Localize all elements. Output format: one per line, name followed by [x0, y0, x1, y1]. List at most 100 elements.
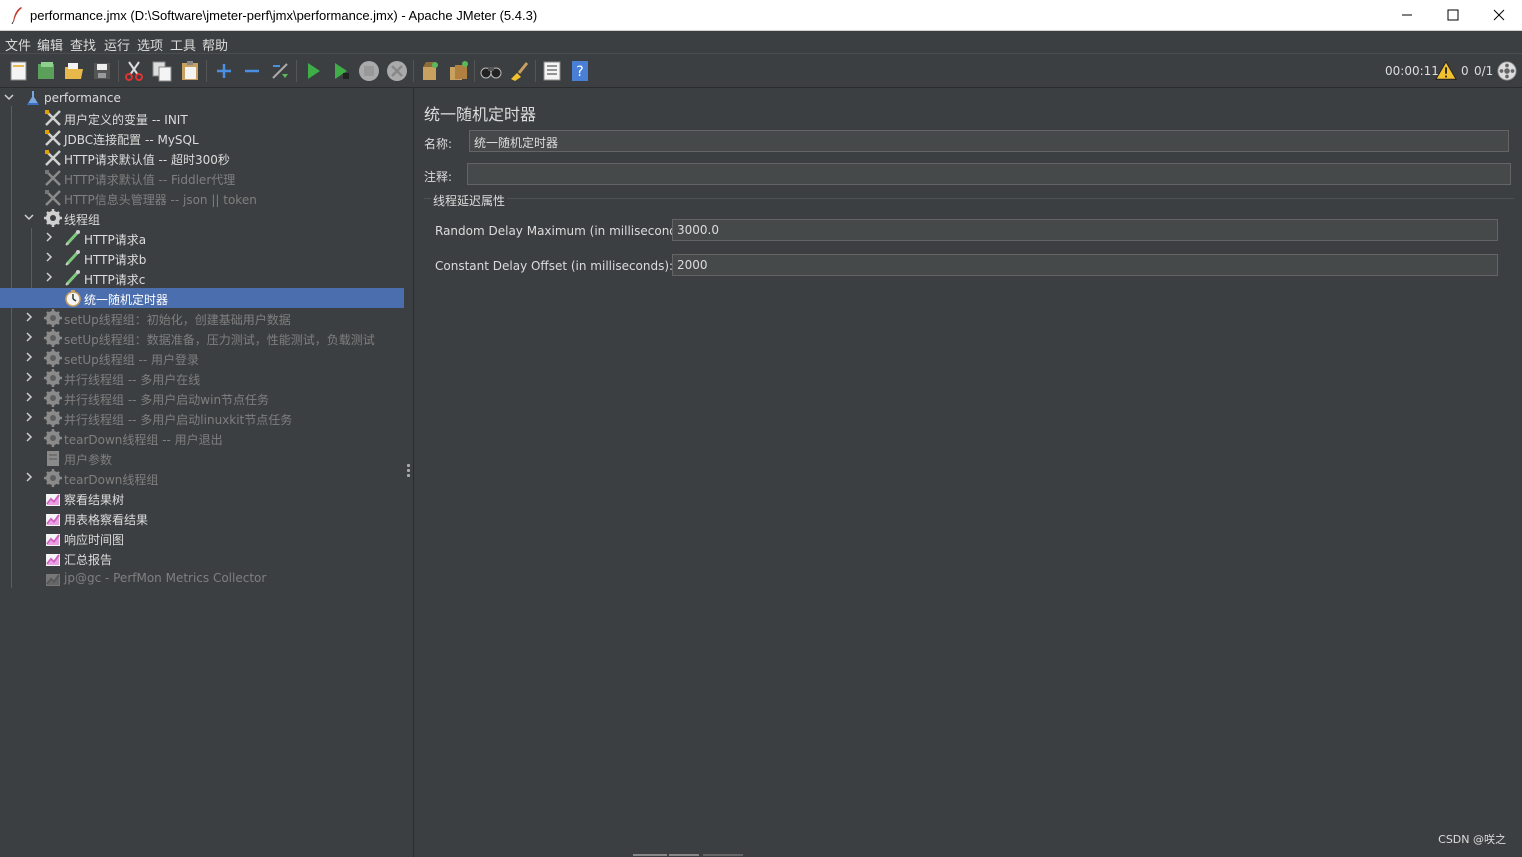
- constant-delay-field[interactable]: 2000: [672, 254, 1498, 276]
- open-icon[interactable]: [62, 59, 86, 83]
- listener-icon: [46, 554, 60, 566]
- tree-node-label: 用户定义的变量 -- INIT: [64, 113, 188, 127]
- tree-node[interactable]: 并行线程组 -- 多用户启动linuxkit节点任务: [0, 408, 404, 428]
- thread-count: 0/1: [1474, 64, 1494, 78]
- threadgroup-icon: [44, 209, 62, 227]
- tree-node[interactable]: 并行线程组 -- 多用户启动win节点任务: [0, 388, 404, 408]
- name-field[interactable]: 统一随机定时器: [469, 130, 1509, 152]
- tree-node[interactable]: HTTP请求a: [0, 228, 404, 248]
- tree-node[interactable]: 响应时间图: [0, 528, 404, 548]
- tree-node-label: HTTP请求默认值 -- Fiddler代理: [64, 173, 236, 187]
- chevron-right-icon[interactable]: [24, 352, 34, 362]
- chevron-right-icon[interactable]: [24, 412, 34, 422]
- clear-icon[interactable]: [418, 59, 442, 83]
- start-no-pause-icon[interactable]: [329, 59, 353, 83]
- comment-label: 注释:: [424, 170, 453, 184]
- tree-node[interactable]: 统一随机定时器: [0, 288, 404, 308]
- tree-node[interactable]: 用户参数: [0, 448, 404, 468]
- tree-node[interactable]: HTTP请求c: [0, 268, 404, 288]
- tree-node-label: 察看结果树: [64, 493, 125, 507]
- chevron-down-icon[interactable]: [24, 212, 34, 222]
- remote-status-icon: [1497, 61, 1517, 81]
- tree-node-label: tearDown线程组: [64, 473, 159, 487]
- toolbar: ? 00:00:11 0 0/1: [0, 53, 1522, 88]
- save-icon[interactable]: [90, 59, 114, 83]
- tree-node[interactable]: HTTP请求默认值 -- Fiddler代理: [0, 168, 404, 188]
- chevron-right-icon[interactable]: [24, 372, 34, 382]
- paste-icon[interactable]: [178, 59, 202, 83]
- warning-count: 0: [1461, 64, 1469, 78]
- config-icon: [45, 130, 61, 146]
- tree-node-label: jp@gc - PerfMon Metrics Collector: [64, 571, 267, 585]
- chevron-right-icon[interactable]: [24, 472, 34, 482]
- start-icon[interactable]: [301, 59, 325, 83]
- tree-node[interactable]: HTTP请求b: [0, 248, 404, 268]
- random-delay-field[interactable]: 3000.0: [672, 219, 1498, 241]
- expand-icon[interactable]: [212, 59, 236, 83]
- config-icon: [45, 190, 61, 206]
- chevron-right-icon[interactable]: [24, 392, 34, 402]
- tree-node[interactable]: setUp线程组：初始化，创建基础用户数据: [0, 308, 404, 328]
- stop-icon[interactable]: [357, 59, 381, 83]
- tree-node[interactable]: 用户定义的变量 -- INIT: [0, 108, 404, 128]
- tree-node-label: 并行线程组 -- 多用户启动win节点任务: [64, 393, 270, 407]
- tree-node[interactable]: setUp线程组：数据准备，压力测试，性能测试，负载测试: [0, 328, 404, 348]
- templates-icon[interactable]: [34, 59, 58, 83]
- warning-icon[interactable]: [1435, 60, 1457, 82]
- chevron-right-icon[interactable]: [24, 332, 34, 342]
- tree-node[interactable]: tearDown线程组: [0, 468, 404, 488]
- chevron-right-icon[interactable]: [24, 312, 34, 322]
- shutdown-icon[interactable]: [385, 59, 409, 83]
- tree-node[interactable]: 并行线程组 -- 多用户在线: [0, 368, 404, 388]
- reset-search-icon[interactable]: [507, 59, 531, 83]
- chevron-right-icon[interactable]: [44, 272, 54, 282]
- menu-file[interactable]: 文件: [5, 35, 31, 54]
- chevron-right-icon[interactable]: [44, 232, 54, 242]
- chevron-right-icon[interactable]: [24, 432, 34, 442]
- new-icon[interactable]: [7, 59, 31, 83]
- copy-icon[interactable]: [150, 59, 174, 83]
- search-icon[interactable]: [479, 59, 503, 83]
- help-icon[interactable]: ?: [568, 59, 592, 83]
- close-button[interactable]: [1476, 0, 1522, 30]
- tree-node-label: 用户参数: [64, 453, 113, 467]
- tree-node[interactable]: performance: [0, 88, 404, 108]
- listener-icon: [46, 514, 60, 526]
- clear-all-icon[interactable]: [446, 59, 470, 83]
- tree-node[interactable]: setUp线程组 -- 用户登录: [0, 348, 404, 368]
- menu-run[interactable]: 运行: [104, 35, 130, 54]
- config-icon: [45, 150, 61, 166]
- tree-node[interactable]: 线程组: [0, 208, 404, 228]
- tree-node[interactable]: 汇总报告: [0, 548, 404, 568]
- tree-node-label: tearDown线程组 -- 用户退出: [64, 433, 223, 447]
- menu-help[interactable]: 帮助: [202, 35, 228, 54]
- toggle-icon[interactable]: [268, 59, 292, 83]
- comment-field[interactable]: [467, 163, 1511, 185]
- test-plan-tree[interactable]: performance 用户定义的变量 -- INIT JDBC连接配置 -- My…: [0, 88, 405, 857]
- testplan-icon: [27, 91, 39, 105]
- tree-node[interactable]: JDBC连接配置 -- MySQL: [0, 128, 404, 148]
- maximize-button[interactable]: [1430, 0, 1476, 30]
- menu-tools[interactable]: 工具: [170, 35, 196, 54]
- panel-title: 统一随机定时器: [424, 105, 537, 124]
- tree-node[interactable]: 用表格察看结果: [0, 508, 404, 528]
- sampler-icon: [65, 270, 80, 286]
- chevron-down-icon[interactable]: [4, 92, 14, 102]
- menu-edit[interactable]: 编辑: [37, 35, 63, 54]
- tree-node[interactable]: jp@gc - PerfMon Metrics Collector: [0, 568, 404, 588]
- menu-search[interactable]: 查找: [70, 35, 96, 54]
- minimize-button[interactable]: [1384, 0, 1430, 30]
- tree-node[interactable]: tearDown线程组 -- 用户退出: [0, 428, 404, 448]
- threadgroup-icon: [44, 389, 62, 407]
- tree-node[interactable]: 察看结果树: [0, 488, 404, 508]
- chevron-right-icon[interactable]: [44, 252, 54, 262]
- tree-node[interactable]: HTTP信息头管理器 -- json || token: [0, 188, 404, 208]
- split-pane-divider[interactable]: [404, 88, 414, 857]
- tree-node-label: JDBC连接配置 -- MySQL: [64, 133, 199, 147]
- collapse-icon[interactable]: [240, 59, 264, 83]
- function-helper-icon[interactable]: [540, 59, 564, 83]
- threadgroup-icon: [44, 349, 62, 367]
- cut-icon[interactable]: [122, 59, 146, 83]
- tree-node[interactable]: HTTP请求默认值 -- 超时300秒: [0, 148, 404, 168]
- menu-options[interactable]: 选项: [137, 35, 163, 54]
